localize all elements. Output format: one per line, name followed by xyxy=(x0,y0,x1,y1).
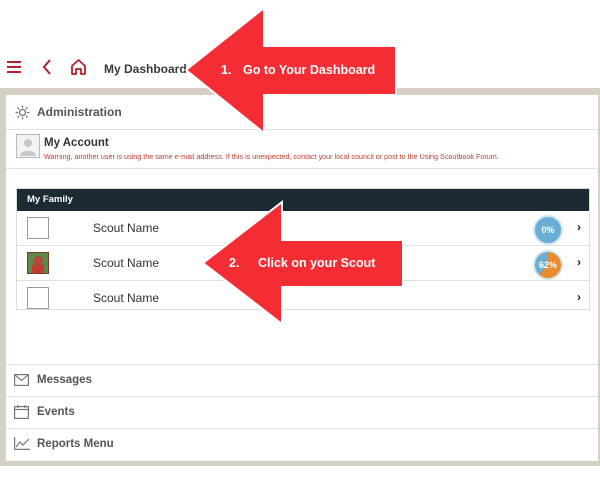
callout-2-text: Click on your Scout xyxy=(258,256,376,270)
callout-2-number: 2. xyxy=(229,256,240,270)
callout-1-number: 1. xyxy=(221,63,232,77)
callout-1-text: Go to Your Dashboard xyxy=(243,63,376,77)
